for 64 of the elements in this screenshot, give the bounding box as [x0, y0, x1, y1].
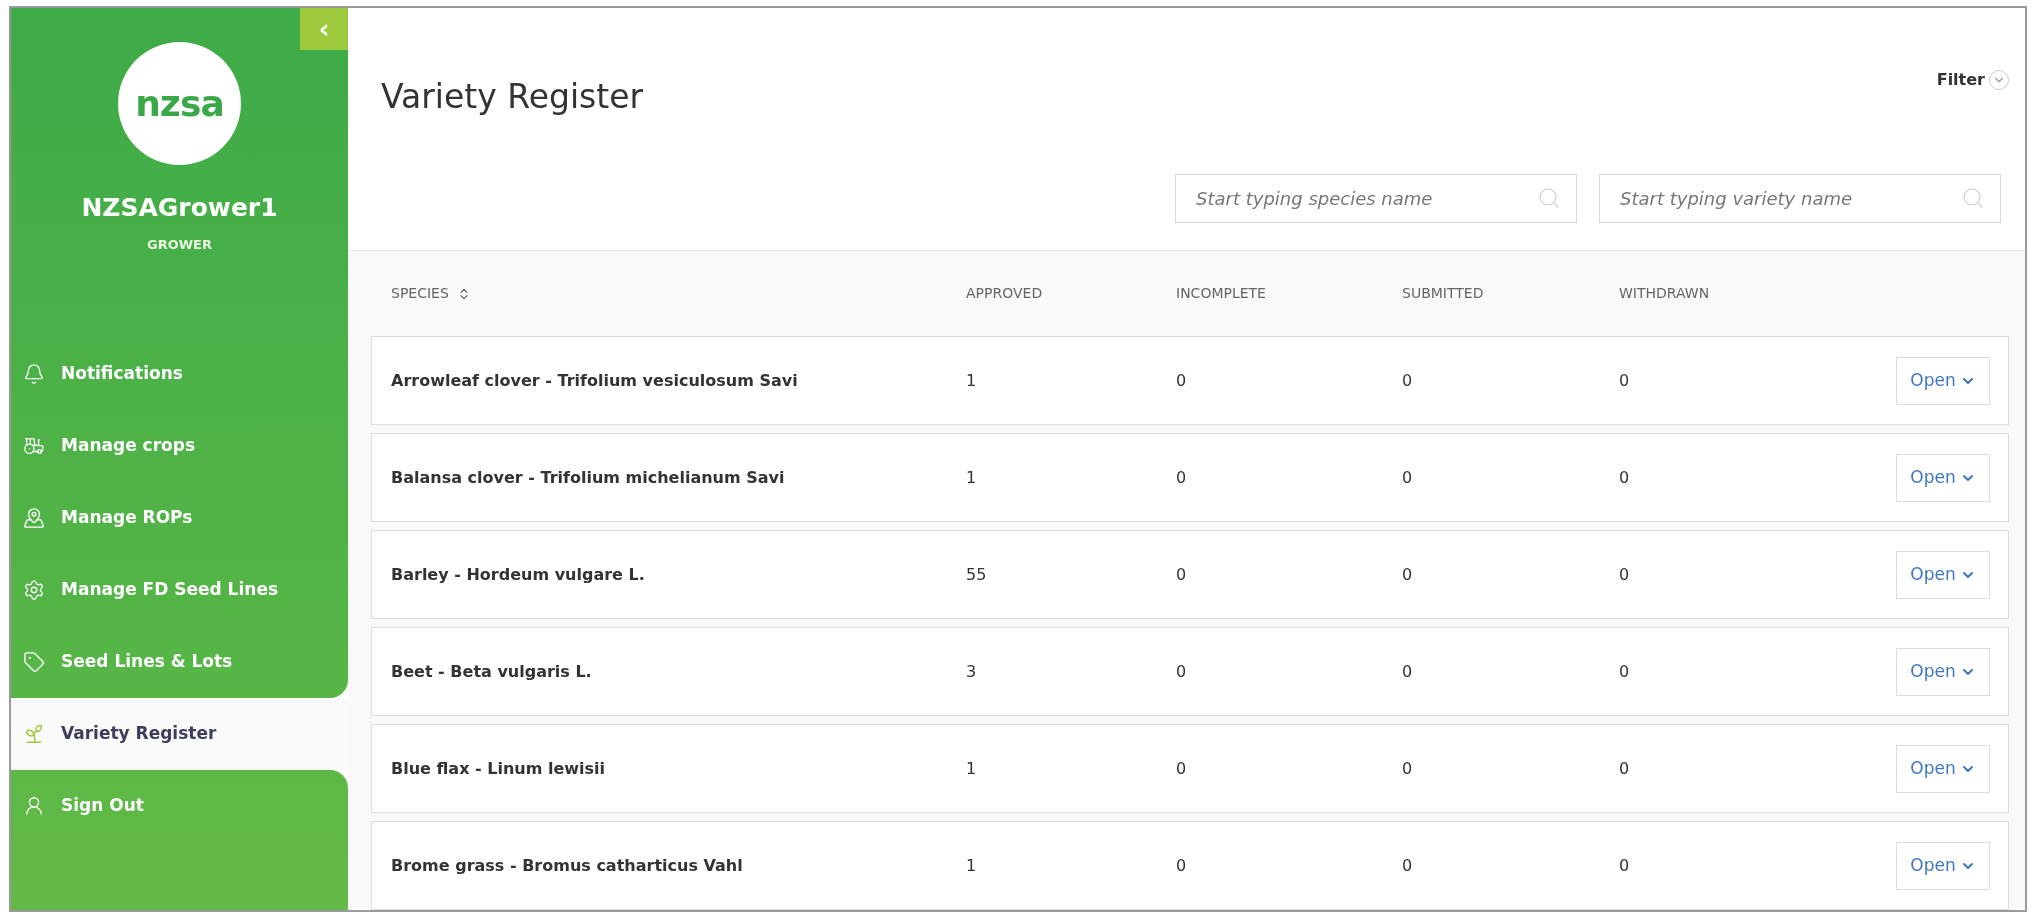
table-cell: 1 [966, 370, 977, 390]
table-cell: 0 [1402, 758, 1413, 778]
open-button[interactable]: Open [1896, 550, 1990, 599]
table-cell: 0 [1619, 758, 1630, 778]
gear-icon [23, 579, 45, 601]
table-cell: Blue flax - Linum lewisii [391, 758, 606, 778]
table-cell: 0 [1402, 661, 1413, 681]
nav-item[interactable]: Manage crops [11, 410, 348, 482]
search-icon [1537, 185, 1561, 210]
table-cell: Beet - Beta vulgaris L. [391, 661, 592, 681]
column-header[interactable]: SPECIES [391, 283, 449, 304]
table-cell: Brome grass - Bromus catharticus Vahl [391, 855, 743, 875]
table-cell: 0 [1176, 758, 1187, 778]
table-cell: Barley - Hordeum vulgare L. [391, 564, 645, 584]
nav-item[interactable]: Manage FD Seed Lines [11, 554, 348, 626]
table-cell: 0 [1176, 370, 1187, 390]
table-cell: 0 [1619, 370, 1630, 390]
open-button[interactable]: Open [1896, 356, 1990, 405]
table-cell: 0 [1619, 661, 1630, 681]
search-field[interactable]: Start typing variety name [1599, 173, 2001, 223]
logo: nzsa [118, 42, 241, 165]
sprout-icon [23, 723, 45, 745]
column-header: INCOMPLETE [1176, 284, 1266, 303]
user-name: NZSAGrower1 [81, 192, 278, 224]
table-cell: 0 [1402, 855, 1413, 875]
table-cell: 0 [1176, 467, 1187, 487]
search-field[interactable]: Start typing species name [1175, 173, 1577, 223]
nav-item[interactable]: Notifications [11, 338, 348, 410]
table-cell: 0 [1619, 855, 1630, 875]
table-cell: 3 [966, 661, 977, 681]
nav-item[interactable]: Variety Register [11, 698, 348, 770]
column-header: WITHDRAWN [1619, 284, 1710, 303]
bell-icon [23, 363, 45, 385]
table-cell: 0 [1619, 467, 1630, 487]
table-cell: 1 [966, 855, 977, 875]
table-cell: 0 [1402, 467, 1413, 487]
column-header: SUBMITTED [1402, 284, 1484, 303]
open-button[interactable]: Open [1896, 744, 1990, 793]
nav-item[interactable]: Manage ROPs [11, 482, 348, 554]
table-cell: Balansa clover - Trifolium michelianum Savi [391, 467, 785, 487]
page-title: Variety Register [381, 76, 644, 118]
table-cell: 0 [1402, 564, 1413, 584]
table-cell: 55 [966, 564, 987, 584]
table-cell: 0 [1619, 564, 1630, 584]
user-icon [23, 795, 45, 817]
tag-icon [23, 651, 45, 673]
column-header: APPROVED [966, 284, 1043, 303]
open-button[interactable]: Open [1896, 841, 1990, 890]
table-cell: 0 [1176, 661, 1187, 681]
table-cell: 1 [966, 467, 977, 487]
filter-button[interactable]: Filter [1936, 68, 2009, 92]
open-button[interactable]: Open [1896, 453, 1990, 502]
user-role: GROWER [147, 235, 212, 254]
map-icon [23, 507, 45, 529]
tractor-icon [23, 435, 45, 457]
table-cell: 0 [1176, 564, 1187, 584]
table-cell: 0 [1402, 370, 1413, 390]
table-cell: 1 [966, 758, 977, 778]
table-cell: 0 [1176, 855, 1187, 875]
table-cell: Arrowleaf clover - Trifolium vesiculosum Savi [391, 370, 798, 390]
nav-item[interactable]: Sign Out [11, 770, 348, 842]
nav-item[interactable]: Seed Lines & Lots [11, 626, 348, 698]
open-button[interactable]: Open [1896, 647, 1990, 696]
search-icon [1961, 185, 1985, 210]
